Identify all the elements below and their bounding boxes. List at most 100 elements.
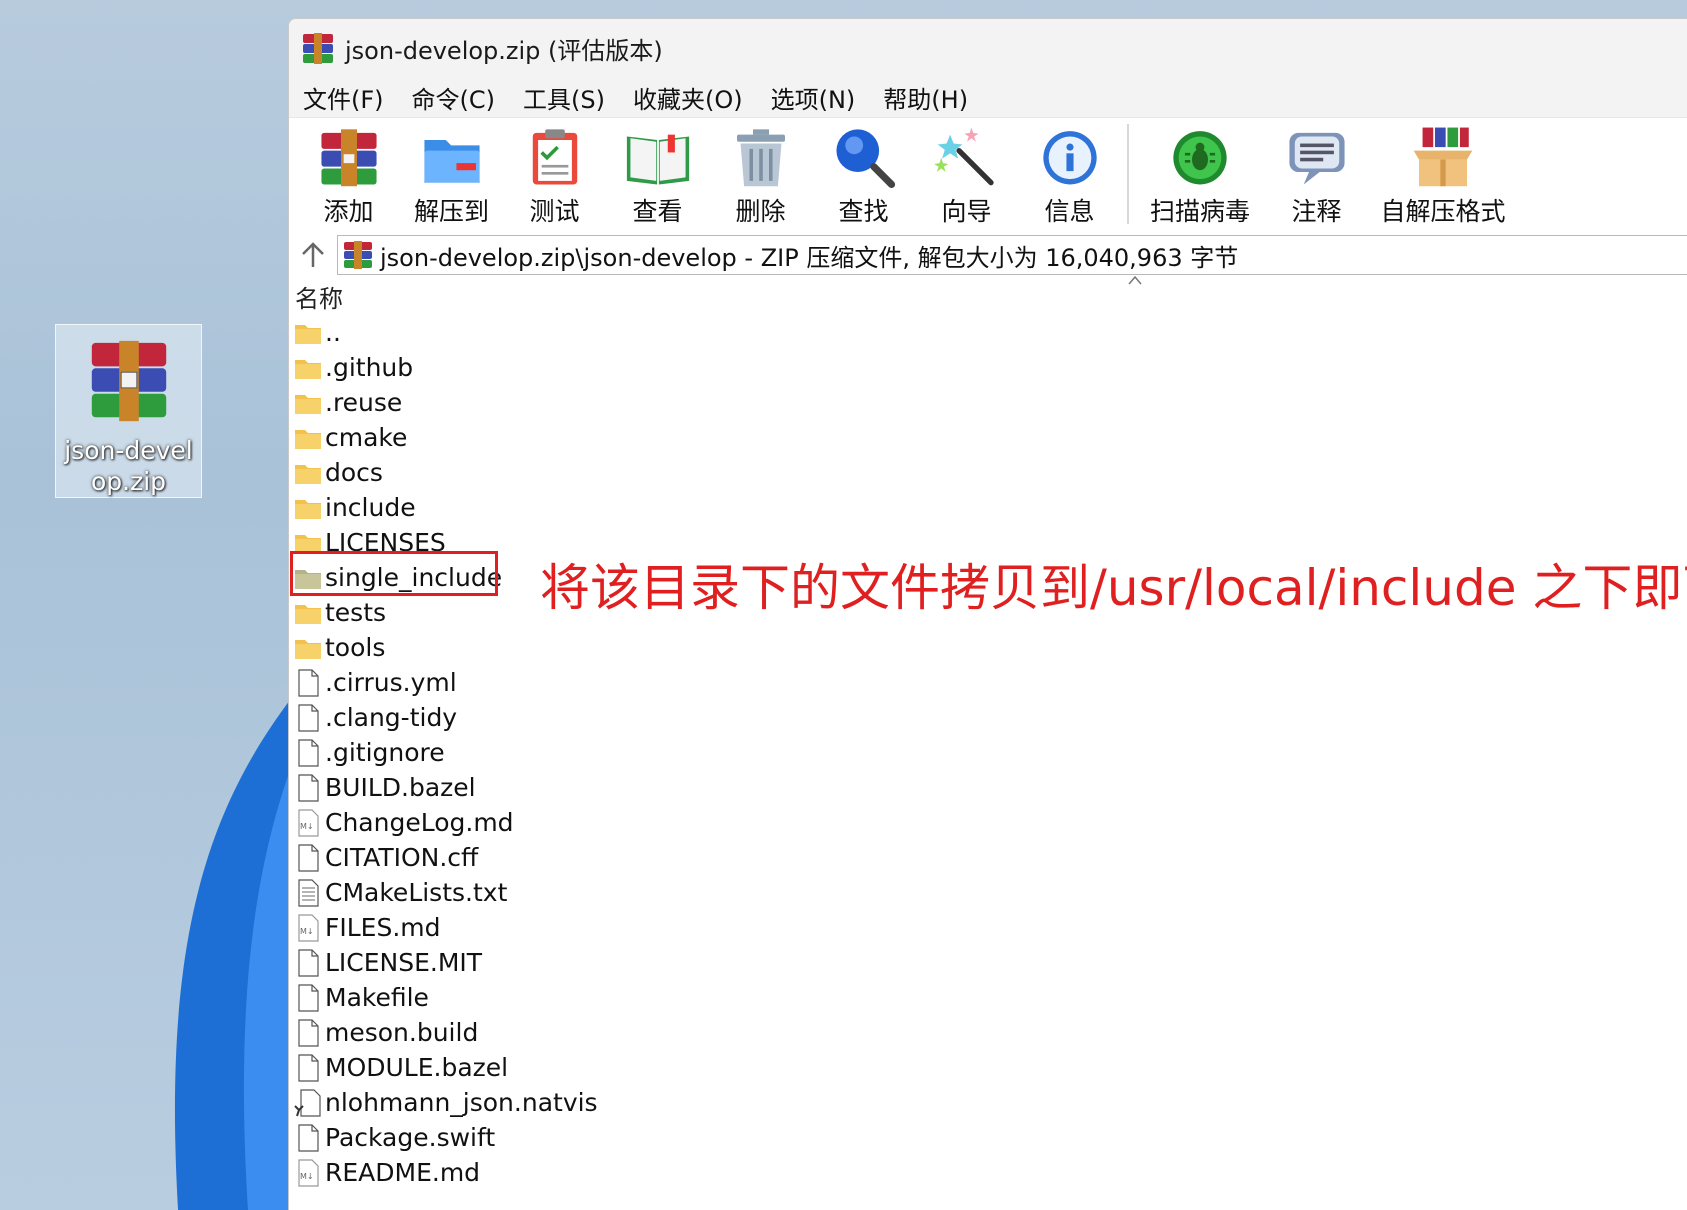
file-name: tools xyxy=(325,633,386,662)
file-icon xyxy=(298,948,319,977)
toolbar-label: 解压到 xyxy=(413,197,489,226)
file-row[interactable]: Makefile xyxy=(289,980,1687,1015)
file-icon xyxy=(298,738,319,767)
zip-archive-icon xyxy=(344,241,372,269)
folder-icon xyxy=(295,464,321,484)
folder-row[interactable]: tools xyxy=(289,630,1687,665)
file-name: .clang-tidy xyxy=(325,703,458,732)
file-row[interactable]: .gitignore xyxy=(289,735,1687,770)
file-row[interactable]: nlohmann_json.natvis xyxy=(289,1085,1687,1120)
file-name: Package.swift xyxy=(325,1123,496,1152)
file-name: FILES.md xyxy=(325,913,441,942)
toolbar-button-7[interactable]: 信息 xyxy=(1018,118,1121,228)
toolbar-separator xyxy=(1127,124,1129,224)
folder-row[interactable]: docs xyxy=(289,455,1687,490)
folder-row[interactable]: include xyxy=(289,490,1687,525)
text-file-icon xyxy=(298,878,319,907)
file-row[interactable]: BUILD.bazel xyxy=(289,770,1687,805)
folder-row[interactable]: .. xyxy=(289,315,1687,350)
file-row[interactable]: Package.swift xyxy=(289,1120,1687,1155)
file-icon xyxy=(298,703,319,732)
toolbar-label: 注释 xyxy=(1291,197,1342,226)
file-row[interactable]: LICENSE.MIT xyxy=(289,945,1687,980)
file-name: include xyxy=(325,493,416,522)
file-row[interactable]: M↓ README.md xyxy=(289,1155,1687,1190)
toolbar-label: 向导 xyxy=(941,197,992,226)
file-name: .. xyxy=(325,318,341,347)
window-title: json-develop.zip (评估版本) xyxy=(345,36,663,65)
file-row[interactable]: .cirrus.yml xyxy=(289,665,1687,700)
file-row[interactable]: M↓ FILES.md xyxy=(289,910,1687,945)
svg-text:M↓: M↓ xyxy=(300,1172,314,1181)
file-name: nlohmann_json.natvis xyxy=(325,1088,598,1117)
file-name: README.md xyxy=(325,1158,481,1187)
file-name: .gitignore xyxy=(325,738,445,767)
file-row[interactable]: .clang-tidy xyxy=(289,700,1687,735)
file-name: CITATION.cff xyxy=(325,843,479,872)
sort-ascending-icon xyxy=(1128,275,1142,285)
file-row[interactable]: CMakeLists.txt xyxy=(289,875,1687,910)
toolbar-label: 删除 xyxy=(735,197,786,226)
file-row[interactable]: CITATION.cff xyxy=(289,840,1687,875)
markdown-file-icon: M↓ xyxy=(298,1158,319,1187)
toolbar-button-4[interactable]: 删除 xyxy=(709,118,812,228)
toolbar-label: 添加 xyxy=(323,197,374,226)
menu-item-2[interactable]: 工具(S) xyxy=(523,80,605,115)
menu-item-5[interactable]: 帮助(H) xyxy=(883,80,968,115)
file-name: BUILD.bazel xyxy=(325,773,476,802)
file-icon xyxy=(298,983,319,1012)
folder-row[interactable]: .reuse xyxy=(289,385,1687,420)
file-row[interactable]: MODULE.bazel xyxy=(289,1050,1687,1085)
file-list: .. .github .reuse cmake docs include LICENSES s… xyxy=(289,315,1687,1190)
file-name: Makefile xyxy=(325,983,429,1012)
folder-row[interactable]: cmake xyxy=(289,420,1687,455)
desktop-icon-label: json-develop.zip xyxy=(64,436,193,496)
file-name: .github xyxy=(325,353,414,382)
svg-text:M↓: M↓ xyxy=(300,822,314,831)
column-header-name[interactable]: 名称 xyxy=(289,275,1687,315)
column-name-label: 名称 xyxy=(295,284,343,313)
toolbar-button-10[interactable]: 自解压格式 xyxy=(1368,118,1518,228)
menu-item-3[interactable]: 收藏夹(O) xyxy=(633,80,743,115)
path-field[interactable]: json-develop.zip\json-develop - ZIP 压缩文件… xyxy=(337,235,1687,275)
file-row[interactable]: M↓ ChangeLog.md xyxy=(289,805,1687,840)
toolbar-button-8[interactable]: 扫描病毒 xyxy=(1135,118,1265,228)
extract-to-icon xyxy=(423,140,480,183)
toolbar-button-9[interactable]: 注释 xyxy=(1265,118,1368,228)
toolbar-button-0[interactable]: 添加 xyxy=(297,118,400,228)
file-name: ChangeLog.md xyxy=(325,808,514,837)
desktop-zip-file[interactable]: json-develop.zip xyxy=(55,324,202,498)
folder-icon xyxy=(295,324,321,344)
winrar-app-icon xyxy=(303,33,333,64)
toolbar-button-1[interactable]: 解压到 xyxy=(400,118,503,228)
folder-row[interactable]: .github xyxy=(289,350,1687,385)
folder-icon xyxy=(295,639,321,659)
folder-icon xyxy=(295,359,321,379)
toolbar-button-6[interactable]: 向导 xyxy=(915,118,1018,228)
menu-item-1[interactable]: 命令(C) xyxy=(412,80,495,115)
folder-icon xyxy=(295,499,321,519)
title-bar[interactable]: json-develop.zip (评估版本) xyxy=(289,19,1687,77)
path-bar: json-develop.zip\json-develop - ZIP 压缩文件… xyxy=(289,233,1687,277)
toolbar-button-5[interactable]: 查找 xyxy=(812,118,915,228)
menu-item-4[interactable]: 选项(N) xyxy=(771,80,856,115)
file-name: meson.build xyxy=(325,1018,479,1047)
file-icon xyxy=(298,1123,319,1152)
file-name: CMakeLists.txt xyxy=(325,878,508,907)
comment-icon xyxy=(1288,132,1345,185)
toolbar-label: 信息 xyxy=(1044,197,1095,226)
natvis-file-icon xyxy=(294,1088,321,1117)
toolbar-button-3[interactable]: 查看 xyxy=(606,118,709,228)
wizard-wand-icon xyxy=(933,127,994,186)
file-row[interactable]: meson.build xyxy=(289,1015,1687,1050)
file-icon xyxy=(298,773,319,802)
file-name: .cirrus.yml xyxy=(325,668,457,697)
up-folder-button[interactable] xyxy=(289,233,337,277)
view-book-icon xyxy=(626,134,689,185)
menu-item-0[interactable]: 文件(F) xyxy=(303,80,384,115)
virus-scan-icon xyxy=(1173,131,1227,185)
add-archive-icon xyxy=(320,129,377,187)
sfx-box-icon xyxy=(1413,127,1473,187)
toolbar-button-2[interactable]: 测试 xyxy=(503,118,606,228)
annotation-text: 将该目录下的文件拷贝到/usr/local/include 之下即可 xyxy=(540,559,1687,617)
